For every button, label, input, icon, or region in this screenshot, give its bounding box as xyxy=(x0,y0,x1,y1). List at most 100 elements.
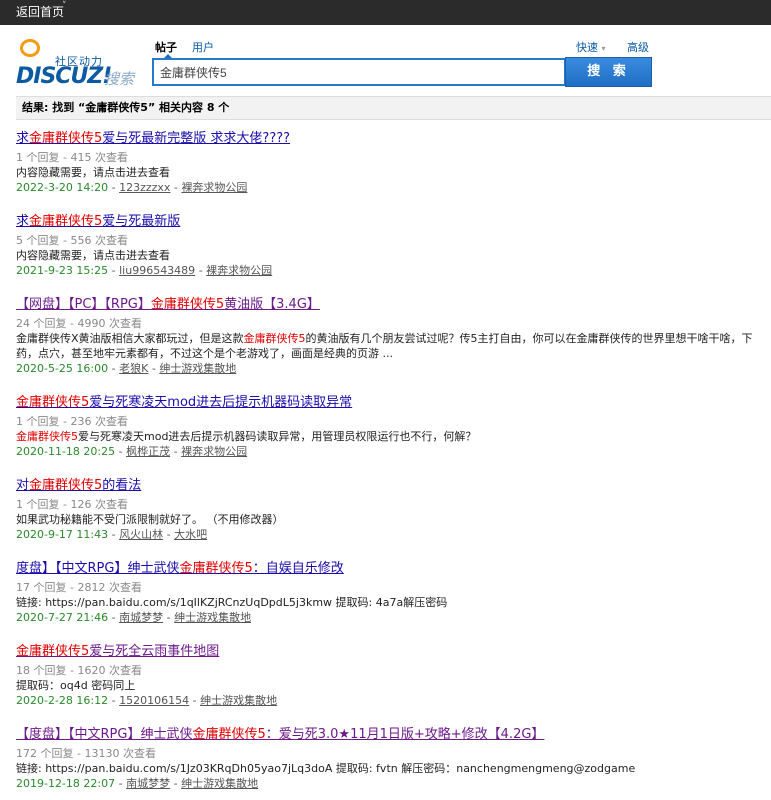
meta-separator: - xyxy=(111,264,116,277)
result-date: 2021-9-23 15:25 xyxy=(16,264,109,277)
result-stats: 18 个回复 - 1620 次查看 xyxy=(16,664,142,677)
result-snippet: 金庸群侠传5爱与死寒凌天mod进去后提示机器码读取异常，用管理员权限运行也不行，… xyxy=(16,429,756,444)
result-item: 对金庸群侠传5的看法 1 个回复 - 126 次查看 如果武功秘籍能不受门派限制… xyxy=(16,477,756,542)
search-box xyxy=(152,58,566,86)
result-date: 2020-7-27 21:46 xyxy=(16,611,109,624)
result-forum-link[interactable]: 大水吧 xyxy=(174,528,207,541)
result-stats: 1 个回复 - 126 次查看 xyxy=(16,498,128,511)
results-list: 求金庸群侠传5爱与死最新完整版 求求大佬???? 1 个回复 - 415 次查看… xyxy=(16,130,756,800)
advanced-search-link[interactable]: 高级 xyxy=(627,39,649,55)
meta-separator: - xyxy=(111,181,116,194)
meta-separator: - xyxy=(111,362,116,375)
result-meta: 2020-7-27 21:46 - 南城梦梦 - 绅士游戏集散地 xyxy=(16,610,756,625)
result-forum-link[interactable]: 裸奔求物公园 xyxy=(181,445,247,458)
meta-separator: - xyxy=(151,362,156,375)
logo-wordmark: DISCUZ! xyxy=(16,64,112,89)
result-title-suffix: ：爱与死3.0★11月1日版+攻略+修改【4.2G】 xyxy=(265,727,545,742)
result-title-prefix: 求 xyxy=(16,131,30,146)
meta-separator: - xyxy=(198,264,203,277)
result-snippet-highlight: 金庸群侠传5 xyxy=(243,332,306,345)
home-link[interactable]: 返回首页 xyxy=(16,3,64,20)
result-snippet-prefix: 内容隐藏需要，请点击进去查看 xyxy=(16,249,170,262)
result-meta: 2019-12-18 22:07 - 南城梦梦 - 绅士游戏集散地 xyxy=(16,776,756,791)
result-stats: 172 个回复 - 13130 次查看 xyxy=(16,747,156,760)
result-forum-link[interactable]: 裸奔求物公园 xyxy=(206,264,272,277)
result-title-prefix: 【度盘】【中文RPG】绅士武侠 xyxy=(16,727,193,742)
result-title-link[interactable]: 【度盘】【中文RPG】绅士武侠金庸群侠传5：爱与死3.0★11月1日版+攻略+修… xyxy=(16,726,544,744)
result-date: 2019-12-18 22:07 xyxy=(16,777,116,790)
result-item: 度盘】【中文RPG】绅士武侠金庸群侠传5：自娱自乐修改 17 个回复 - 281… xyxy=(16,560,756,625)
result-forum-link[interactable]: 裸奔求物公园 xyxy=(181,181,247,194)
result-summary: 结果: 找到 “金庸群侠传5” 相关内容 8 个 xyxy=(16,96,771,120)
result-date: 2020-11-18 20:25 xyxy=(16,445,116,458)
result-snippet-prefix: 如果武功秘籍能不受门派限制就好了。 （不用修改器） xyxy=(16,513,284,526)
result-stats: 17 个回复 - 2812 次查看 xyxy=(16,581,142,594)
result-title-link[interactable]: 金庸群侠传5爱与死全云雨事件地图 xyxy=(16,643,219,661)
result-forum-link[interactable]: 绅士游戏集散地 xyxy=(181,777,258,790)
meta-separator: - xyxy=(173,445,178,458)
result-title-link[interactable]: 【网盘】【PC】【RPG】金庸群侠传5黄油版【3.4G】 xyxy=(16,296,320,314)
result-author-link[interactable]: liu996543489 xyxy=(119,264,195,277)
result-author-link[interactable]: 风火山林 xyxy=(119,528,163,541)
result-author-link[interactable]: 老狼K xyxy=(119,362,148,375)
result-item: 【度盘】【中文RPG】绅士武侠金庸群侠传5：爱与死3.0★11月1日版+攻略+修… xyxy=(16,726,756,791)
meta-separator: - xyxy=(118,777,123,790)
result-snippet: 提取码：oq4d 密码同上 xyxy=(16,678,756,693)
result-meta: 2020-11-18 20:25 - 枫桦正茂 - 裸奔求物公园 xyxy=(16,444,756,459)
result-title-link[interactable]: 度盘】【中文RPG】绅士武侠金庸群侠传5：自娱自乐修改 xyxy=(16,560,344,578)
result-author-link[interactable]: 1520106154 xyxy=(119,694,189,707)
result-snippet-suffix: 爱与死寒凌天mod进去后提示机器码读取异常，用管理员权限运行也不行，何解？ xyxy=(78,430,477,443)
result-snippet-prefix: 金庸群侠传X黄油版相信大家都玩过，但是这款 xyxy=(16,332,244,345)
meta-separator: - xyxy=(192,694,197,707)
result-author-link[interactable]: 南城梦梦 xyxy=(126,777,170,790)
logo-suffix: 搜索 xyxy=(104,70,135,88)
result-snippet: 如果武功秘籍能不受门派限制就好了。 （不用修改器） xyxy=(16,512,756,527)
result-forum-link[interactable]: 绅士游戏集散地 xyxy=(200,694,277,707)
tab-users[interactable]: 用户 xyxy=(192,39,214,55)
result-forum-link[interactable]: 绅士游戏集散地 xyxy=(159,362,236,375)
result-item: 金庸群侠传5爱与死寒凌天mod进去后提示机器码读取异常 1 个回复 - 236 … xyxy=(16,394,756,459)
result-forum-link[interactable]: 绅士游戏集散地 xyxy=(174,611,251,624)
result-title-highlight: 金庸群侠传5 xyxy=(192,727,266,742)
result-title-highlight: 金庸群侠传5 xyxy=(29,478,103,493)
result-title-suffix: 的看法 xyxy=(102,478,142,493)
result-stats: 1 个回复 - 415 次查看 xyxy=(16,151,128,164)
search-button[interactable]: 搜 索 xyxy=(565,57,652,87)
result-meta: 2021-9-23 15:25 - liu996543489 - 裸奔求物公园 xyxy=(16,263,756,278)
result-meta: 2020-9-17 11:43 - 风火山林 - 大水吧 xyxy=(16,527,756,542)
tab-posts[interactable]: 帖子 xyxy=(155,39,177,55)
result-title-link[interactable]: 金庸群侠传5爱与死寒凌天mod进去后提示机器码读取异常 xyxy=(16,394,352,412)
result-title-link[interactable]: 求金庸群侠传5爱与死最新完整版 求求大佬???? xyxy=(16,130,290,148)
result-author-link[interactable]: 南城梦梦 xyxy=(119,611,163,624)
result-author-link[interactable]: 123zzzxx xyxy=(119,181,170,194)
meta-separator: - xyxy=(118,445,123,458)
result-item: 【网盘】【PC】【RPG】金庸群侠传5黄油版【3.4G】 24 个回复 - 49… xyxy=(16,296,756,376)
result-snippet-prefix: 提取码：oq4d 密码同上 xyxy=(16,679,136,692)
meta-separator: - xyxy=(111,528,116,541)
result-date: 2020-5-25 16:00 xyxy=(16,362,109,375)
result-title-link[interactable]: 求金庸群侠传5爱与死最新版 xyxy=(16,213,180,231)
home-dropdown-caret-icon[interactable]: ˅ xyxy=(62,1,67,11)
result-title-link[interactable]: 对金庸群侠传5的看法 xyxy=(16,477,141,495)
meta-separator: - xyxy=(166,528,171,541)
result-title-suffix: 爱与死最新版 xyxy=(102,214,181,229)
result-author-link[interactable]: 枫桦正茂 xyxy=(126,445,170,458)
result-snippet-highlight: 金庸群侠传5 xyxy=(16,430,78,443)
result-snippet: 金庸群侠传X黄油版相信大家都玩过，但是这款金庸群侠传5的黄油版有几个朋友尝试过呢… xyxy=(16,331,756,361)
meta-separator: - xyxy=(173,181,178,194)
result-stats: 5 个回复 - 556 次查看 xyxy=(16,234,128,247)
result-snippet-prefix: 链接: https://pan.baidu.com/s/1qIlKZjRCnzU… xyxy=(16,596,448,609)
result-title-prefix: 【网盘】【PC】【RPG】 xyxy=(16,297,151,312)
discuz-logo[interactable]: 社区动力 DISCUZ! 搜索 xyxy=(16,39,136,89)
result-item: 求金庸群侠传5爱与死最新版 5 个回复 - 556 次查看 内容隐藏需要，请点击… xyxy=(16,213,756,278)
result-title-prefix: 求 xyxy=(16,214,30,229)
meta-separator: - xyxy=(173,777,178,790)
quick-search-label: 快速 xyxy=(576,41,598,54)
quick-search-dropdown[interactable]: 快速 ▾ xyxy=(576,39,606,55)
result-snippet-prefix: 链接: https://pan.baidu.com/s/1Jz03KRqDh05… xyxy=(16,762,636,775)
chevron-down-icon: ▾ xyxy=(601,44,606,53)
meta-separator: - xyxy=(111,611,116,624)
result-date: 2022-3-20 14:20 xyxy=(16,181,109,194)
search-input[interactable] xyxy=(154,60,564,84)
result-item: 金庸群侠传5爱与死全云雨事件地图 18 个回复 - 1620 次查看 提取码：o… xyxy=(16,643,756,708)
